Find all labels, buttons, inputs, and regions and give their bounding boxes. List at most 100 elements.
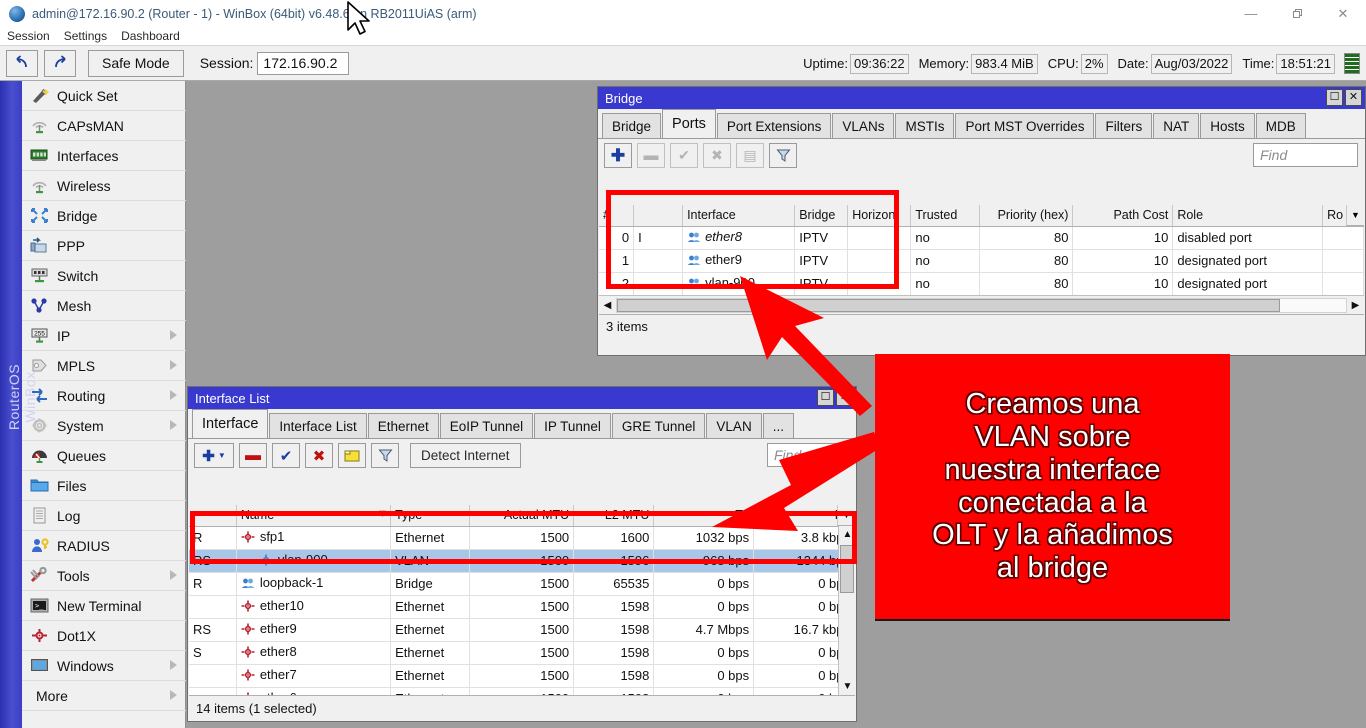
minimize-button[interactable]: — [1228, 0, 1274, 27]
interface-disable-button[interactable]: ✖ [305, 443, 333, 468]
interface-table-row[interactable]: Sether8Ethernet150015980 bps0 bps [189, 641, 855, 664]
interface-restore-icon[interactable]: ☐ [817, 389, 834, 406]
bridge-find-input[interactable]: Find [1253, 143, 1358, 167]
bridge-restore-icon[interactable]: ☐ [1326, 89, 1343, 106]
interface-col-type[interactable]: Type [391, 505, 470, 526]
bridge-disable-button[interactable]: ✖ [703, 143, 731, 168]
interface-enable-button[interactable]: ✔ [272, 443, 300, 468]
bridge-remove-button[interactable]: ▬ [637, 143, 665, 168]
interface-tab-interface[interactable]: Interface [192, 409, 268, 438]
interface-remove-button[interactable]: ▬ [239, 443, 267, 468]
bridge-tab-bridge[interactable]: Bridge [602, 113, 661, 138]
bridge-col-interface[interactable]: Interface [683, 205, 795, 226]
sidebar-item-mpls[interactable]: MPLS [22, 351, 186, 381]
sidebar-item-ppp[interactable]: PPP [22, 231, 186, 261]
sidebar-item-mesh[interactable]: Mesh [22, 291, 186, 321]
interface-table-row[interactable]: ether6Ethernet150015980 bps0 bps [189, 687, 855, 695]
sidebar-item-queues[interactable]: Queues [22, 441, 186, 471]
sidebar-item-ip[interactable]: 255IP [22, 321, 186, 351]
bridge-col-priority-hex-[interactable]: Priority (hex) [979, 205, 1073, 226]
bridge-scroll-left-icon[interactable]: ◀ [599, 297, 616, 314]
bridge-filter-button[interactable] [769, 143, 797, 168]
interface-col-actual-mtu[interactable]: Actual MTU [470, 505, 574, 526]
interface-find-input[interactable]: Find [767, 443, 849, 467]
interface-table-row[interactable]: RSvlan-900VLAN15001596968 bps1344 bps [189, 549, 855, 572]
sidebar-item-more[interactable]: More [22, 681, 186, 711]
interface-col-tx[interactable]: Tx [654, 505, 754, 526]
bridge-col-flag[interactable] [634, 205, 683, 226]
interface-tab-vlan[interactable]: VLAN [706, 413, 761, 438]
sidebar-item-log[interactable]: Log [22, 501, 186, 531]
bridge-scroll-thumb[interactable] [617, 299, 1280, 312]
interface-col-l2-mtu[interactable]: L2 MTU [574, 505, 654, 526]
safe-mode-button[interactable]: Safe Mode [88, 50, 184, 77]
interface-tab-gre-tunnel[interactable]: GRE Tunnel [612, 413, 706, 438]
bridge-enable-button[interactable]: ✔ [670, 143, 698, 168]
interface-vertical-scrollbar[interactable]: ▲ ▼ [838, 526, 855, 695]
interface-col-flag[interactable] [189, 505, 236, 526]
interface-tab--[interactable]: ... [763, 413, 794, 438]
interface-table-row[interactable]: Rloopback-1Bridge1500655350 bps0 bps [189, 572, 855, 595]
bridge-tab-filters[interactable]: Filters [1095, 113, 1152, 138]
bridge-scroll-track[interactable] [616, 298, 1347, 313]
interface-add-button[interactable]: ✚▼ [194, 443, 234, 468]
sidebar-item-files[interactable]: Files [22, 471, 186, 501]
interface-comment-button[interactable] [338, 443, 366, 468]
bridge-col-trusted[interactable]: Trusted [911, 205, 979, 226]
interface-table-row[interactable]: RSether9Ethernet150015984.7 Mbps16.7 kbp… [189, 618, 855, 641]
maximize-button[interactable] [1274, 0, 1320, 27]
bridge-column-menu-button[interactable]: ▼ [1346, 205, 1364, 226]
bridge-table-row[interactable]: 1ether9IPTVno8010designated port [599, 249, 1364, 272]
sidebar-item-interfaces[interactable]: Interfaces [22, 141, 186, 171]
interface-scroll-thumb[interactable] [840, 545, 854, 593]
undo-button[interactable] [6, 50, 38, 77]
sidebar-item-bridge[interactable]: Bridge [22, 201, 186, 231]
redo-button[interactable] [44, 50, 76, 77]
interface-window-titlebar[interactable]: Interface List ☐ ✕ [188, 387, 856, 409]
interface-filter-button[interactable] [371, 443, 399, 468]
bridge-tab-vlans[interactable]: VLANs [832, 113, 894, 138]
bridge-close-icon[interactable]: ✕ [1345, 89, 1362, 106]
close-button[interactable]: ✕ [1320, 0, 1366, 27]
sidebar-item-wireless[interactable]: Wireless [22, 171, 186, 201]
bridge-tab-port-mst-overrides[interactable]: Port MST Overrides [955, 113, 1094, 138]
bridge-tab-hosts[interactable]: Hosts [1200, 113, 1255, 138]
sidebar-item-windows[interactable]: Windows [22, 651, 186, 681]
bridge-tab-ports[interactable]: Ports [662, 109, 716, 138]
sidebar-item-routing[interactable]: Routing [22, 381, 186, 411]
bridge-add-button[interactable]: ✚ [604, 143, 632, 168]
interface-table-row[interactable]: Rsfp1Ethernet150016001032 bps3.8 kbps [189, 526, 855, 549]
sidebar-item-dot1x[interactable]: Dot1X [22, 621, 186, 651]
sidebar-item-system[interactable]: System [22, 411, 186, 441]
sidebar-item-switch[interactable]: Switch [22, 261, 186, 291]
bridge-table-row[interactable]: 0Iether8IPTVno8010disabled port [599, 226, 1364, 249]
bridge-window-titlebar[interactable]: Bridge ☐ ✕ [598, 87, 1365, 109]
interface-table-row[interactable]: ether7Ethernet150015980 bps0 bps [189, 664, 855, 687]
bridge-tab-nat[interactable]: NAT [1153, 113, 1199, 138]
bridge-col-bridge[interactable]: Bridge [795, 205, 848, 226]
interface-tab-eoip-tunnel[interactable]: EoIP Tunnel [440, 413, 533, 438]
menu-item-dashboard[interactable]: Dashboard [114, 27, 187, 45]
interface-close-icon[interactable]: ✕ [836, 389, 853, 406]
bridge-table-row[interactable]: 2vlan-900IPTVno8010designated port [599, 272, 1364, 295]
bridge-tab-mstis[interactable]: MSTIs [895, 113, 954, 138]
interface-scroll-down-icon[interactable]: ▼ [839, 678, 855, 695]
bridge-col--[interactable]: # [599, 205, 634, 226]
interface-table-row[interactable]: ether10Ethernet150015980 bps0 bps [189, 595, 855, 618]
bridge-tab-port-extensions[interactable]: Port Extensions [717, 113, 832, 138]
detect-internet-button[interactable]: Detect Internet [410, 443, 521, 468]
bridge-tab-mdb[interactable]: MDB [1256, 113, 1306, 138]
session-value[interactable]: 172.16.90.2 [257, 52, 349, 75]
interface-tab-ethernet[interactable]: Ethernet [368, 413, 439, 438]
sidebar-item-new-terminal[interactable]: >_New Terminal [22, 591, 186, 621]
sidebar-item-quick-set[interactable]: Quick Set [22, 81, 186, 111]
bridge-scroll-right-icon[interactable]: ▶ [1347, 297, 1364, 314]
bridge-col-role[interactable]: Role [1173, 205, 1323, 226]
interface-tab-interface-list[interactable]: Interface List [269, 413, 366, 438]
menu-item-session[interactable]: Session [0, 27, 57, 45]
interface-tab-ip-tunnel[interactable]: IP Tunnel [534, 413, 611, 438]
sidebar-item-tools[interactable]: Tools [22, 561, 186, 591]
sidebar-item-capsman[interactable]: CAPsMAN [22, 111, 186, 141]
bridge-comment-button[interactable]: ▤ [736, 143, 764, 168]
interface-col-name[interactable]: Name▽ [236, 505, 390, 526]
